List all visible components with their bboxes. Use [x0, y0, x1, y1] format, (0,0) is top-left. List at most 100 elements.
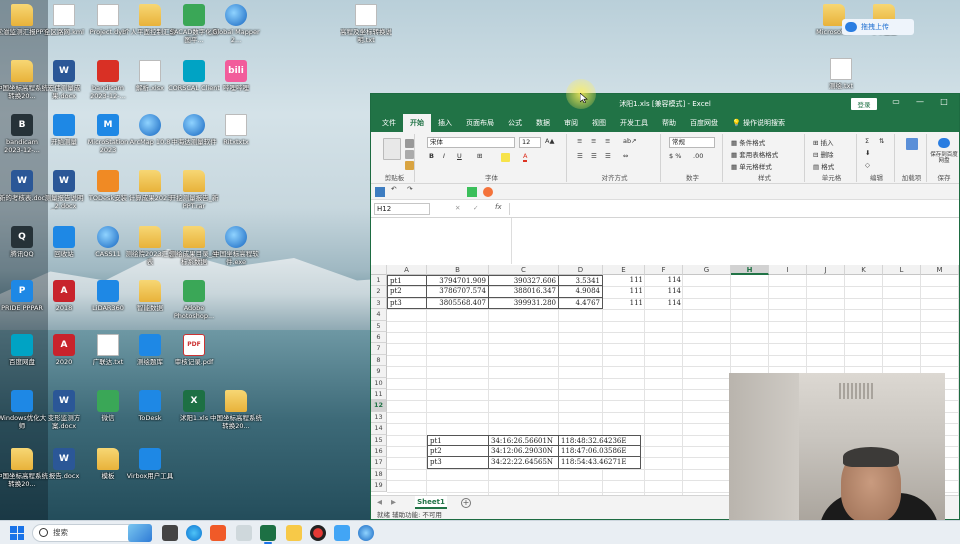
table-cell[interactable]: 114	[645, 275, 683, 286]
column-header[interactable]: C	[489, 265, 559, 275]
align-bottom-icon[interactable]: ≡	[605, 137, 610, 145]
desktop-icon[interactable]: 中国坐标高程软件.exe	[210, 226, 262, 266]
table-cell[interactable]: 118:47:06.03586E	[559, 446, 641, 458]
app-orange-icon[interactable]	[210, 525, 226, 541]
row-header[interactable]: 12	[371, 400, 387, 412]
row-header[interactable]: 8	[371, 354, 387, 367]
addins-icon[interactable]	[906, 138, 918, 150]
insert-cells-button[interactable]: ⊞ 插入	[813, 137, 834, 147]
ribbon-tab[interactable]: 页面布局	[459, 114, 501, 132]
ribbon-tab[interactable]: 视图	[585, 114, 613, 132]
table-cell[interactable]: 3786707.574	[427, 286, 489, 298]
format-as-table-button[interactable]: ▦ 套用表格格式	[731, 149, 778, 159]
prev-sheet-icon[interactable]: ◀	[377, 498, 382, 506]
row-header[interactable]: 18	[371, 468, 387, 481]
row-header[interactable]: 6	[371, 332, 387, 344]
row-header[interactable]: 2	[371, 286, 387, 298]
row-header[interactable]: 7	[371, 343, 387, 355]
redo-icon[interactable]: ↷	[407, 185, 417, 195]
paste-icon[interactable]	[383, 138, 401, 160]
orientation-icon[interactable]: ab↗	[623, 137, 637, 145]
undo-icon[interactable]: ↶	[391, 185, 401, 195]
taskbar-excel-icon[interactable]	[260, 525, 276, 544]
ribbon-tab[interactable]: 公式	[501, 114, 529, 132]
column-header[interactable]: F	[645, 265, 683, 275]
copy-icon[interactable]	[405, 150, 414, 159]
row-header[interactable]: 3	[371, 297, 387, 310]
table-cell[interactable]: pt3	[427, 457, 489, 469]
ribbon-tab[interactable]: 帮助	[655, 114, 683, 132]
row-header[interactable]: 10	[371, 377, 387, 389]
align-right-icon[interactable]: ☰	[605, 152, 611, 160]
task-view-icon[interactable]	[162, 525, 178, 541]
windows-start-icon[interactable]	[10, 526, 24, 540]
underline-icon[interactable]: U	[457, 152, 462, 160]
baidu-cloud-icon[interactable]	[938, 138, 950, 148]
insert-function-icon[interactable]: fx	[495, 203, 502, 211]
row-header[interactable]: 11	[371, 389, 387, 401]
ribbon-tab[interactable]: 插入	[431, 114, 459, 132]
desktop-icon[interactable]: bili 哔哩哔哩	[210, 60, 262, 92]
autosum-icon[interactable]: Σ	[865, 137, 869, 145]
sort-filter-icon[interactable]: ⇅	[879, 137, 884, 145]
next-sheet-icon[interactable]: ▶	[391, 498, 396, 506]
globe-app-icon[interactable]	[358, 525, 374, 541]
bold-icon[interactable]: B	[429, 152, 434, 160]
row-header[interactable]: 9	[371, 366, 387, 378]
row-header[interactable]: 16	[371, 446, 387, 458]
table-cell[interactable]: pt2	[427, 446, 489, 458]
table-cell[interactable]: 4.9084	[559, 286, 603, 298]
format-cells-button[interactable]: ▤ 格式	[813, 161, 834, 171]
column-header[interactable]: J	[807, 265, 845, 275]
ribbon-tab[interactable]: 开始	[403, 114, 431, 132]
row-header[interactable]: 19	[371, 480, 387, 492]
fill-color-icon[interactable]	[501, 153, 510, 162]
record-icon[interactable]	[483, 187, 493, 197]
desktop-icon[interactable]: 测绘.txt	[815, 58, 867, 90]
font-color-icon[interactable]: A	[523, 152, 528, 162]
row-header[interactable]: 15	[371, 434, 387, 446]
desktop-icon[interactable]: 高程及坐标转换说明.txt	[340, 4, 392, 44]
table-cell[interactable]: 390327.606	[489, 275, 559, 287]
add-sheet-icon[interactable]: +	[461, 498, 471, 508]
column-header[interactable]: K	[845, 265, 883, 275]
baidu-upload-badge[interactable]: 拖拽上传	[842, 19, 914, 35]
table-cell[interactable]: 399931.280	[489, 297, 559, 310]
desktop-icon[interactable]: 开挖测量报告_新PPT.rar	[168, 170, 220, 210]
align-top-icon[interactable]: ≡	[577, 137, 582, 145]
green-square-icon[interactable]	[467, 187, 477, 197]
delete-cells-button[interactable]: ⊟ 删除	[813, 149, 834, 159]
widgets-icon[interactable]	[128, 524, 152, 542]
excel-titlebar[interactable]: 沭阳1.xls [兼容模式] - Excel 登录 ▭ — □	[371, 94, 959, 114]
align-center-icon[interactable]: ☰	[591, 152, 597, 160]
formula-input[interactable]	[509, 203, 957, 215]
grow-font-icon[interactable]: A▲	[545, 137, 554, 145]
column-header[interactable]: A	[387, 265, 427, 275]
table-cell[interactable]: 111	[603, 275, 645, 286]
table-cell[interactable]: pt2	[387, 286, 427, 298]
column-header[interactable]: M	[921, 265, 959, 275]
table-cell[interactable]: pt1	[387, 275, 427, 287]
clear-icon[interactable]: ◇	[865, 161, 870, 169]
table-cell[interactable]: 3.5341	[559, 275, 603, 287]
desktop-icon[interactable]: Ritxtxtx	[210, 114, 262, 146]
table-cell[interactable]: 111	[603, 286, 645, 297]
bandicam-icon[interactable]	[310, 525, 326, 541]
cancel-entry-icon[interactable]: ✕	[455, 204, 460, 212]
number-format-select[interactable]: 常规	[669, 137, 715, 148]
edge-icon[interactable]	[186, 525, 202, 541]
minimize-icon[interactable]: —	[913, 97, 927, 111]
select-all-corner[interactable]	[371, 265, 387, 275]
row-header[interactable]: 14	[371, 423, 387, 435]
table-cell[interactable]: 388016.347	[489, 286, 559, 298]
table-cell[interactable]: 114	[645, 286, 683, 297]
ribbon-tab[interactable]: 文件	[375, 114, 403, 132]
align-left-icon[interactable]: ☰	[577, 152, 583, 160]
desktop-icon[interactable]: Adobe Photoshop...	[168, 280, 220, 320]
column-header[interactable]: L	[883, 265, 921, 275]
desktop-icon[interactable]: Global Mapper 2...	[210, 4, 262, 44]
format-painter-icon[interactable]	[405, 161, 414, 170]
table-cell[interactable]: 3794701.909	[427, 275, 489, 287]
desktop-icon[interactable]: 中国坐标高程系统转换20...	[210, 390, 262, 430]
fill-icon[interactable]: ⬇	[865, 149, 870, 157]
